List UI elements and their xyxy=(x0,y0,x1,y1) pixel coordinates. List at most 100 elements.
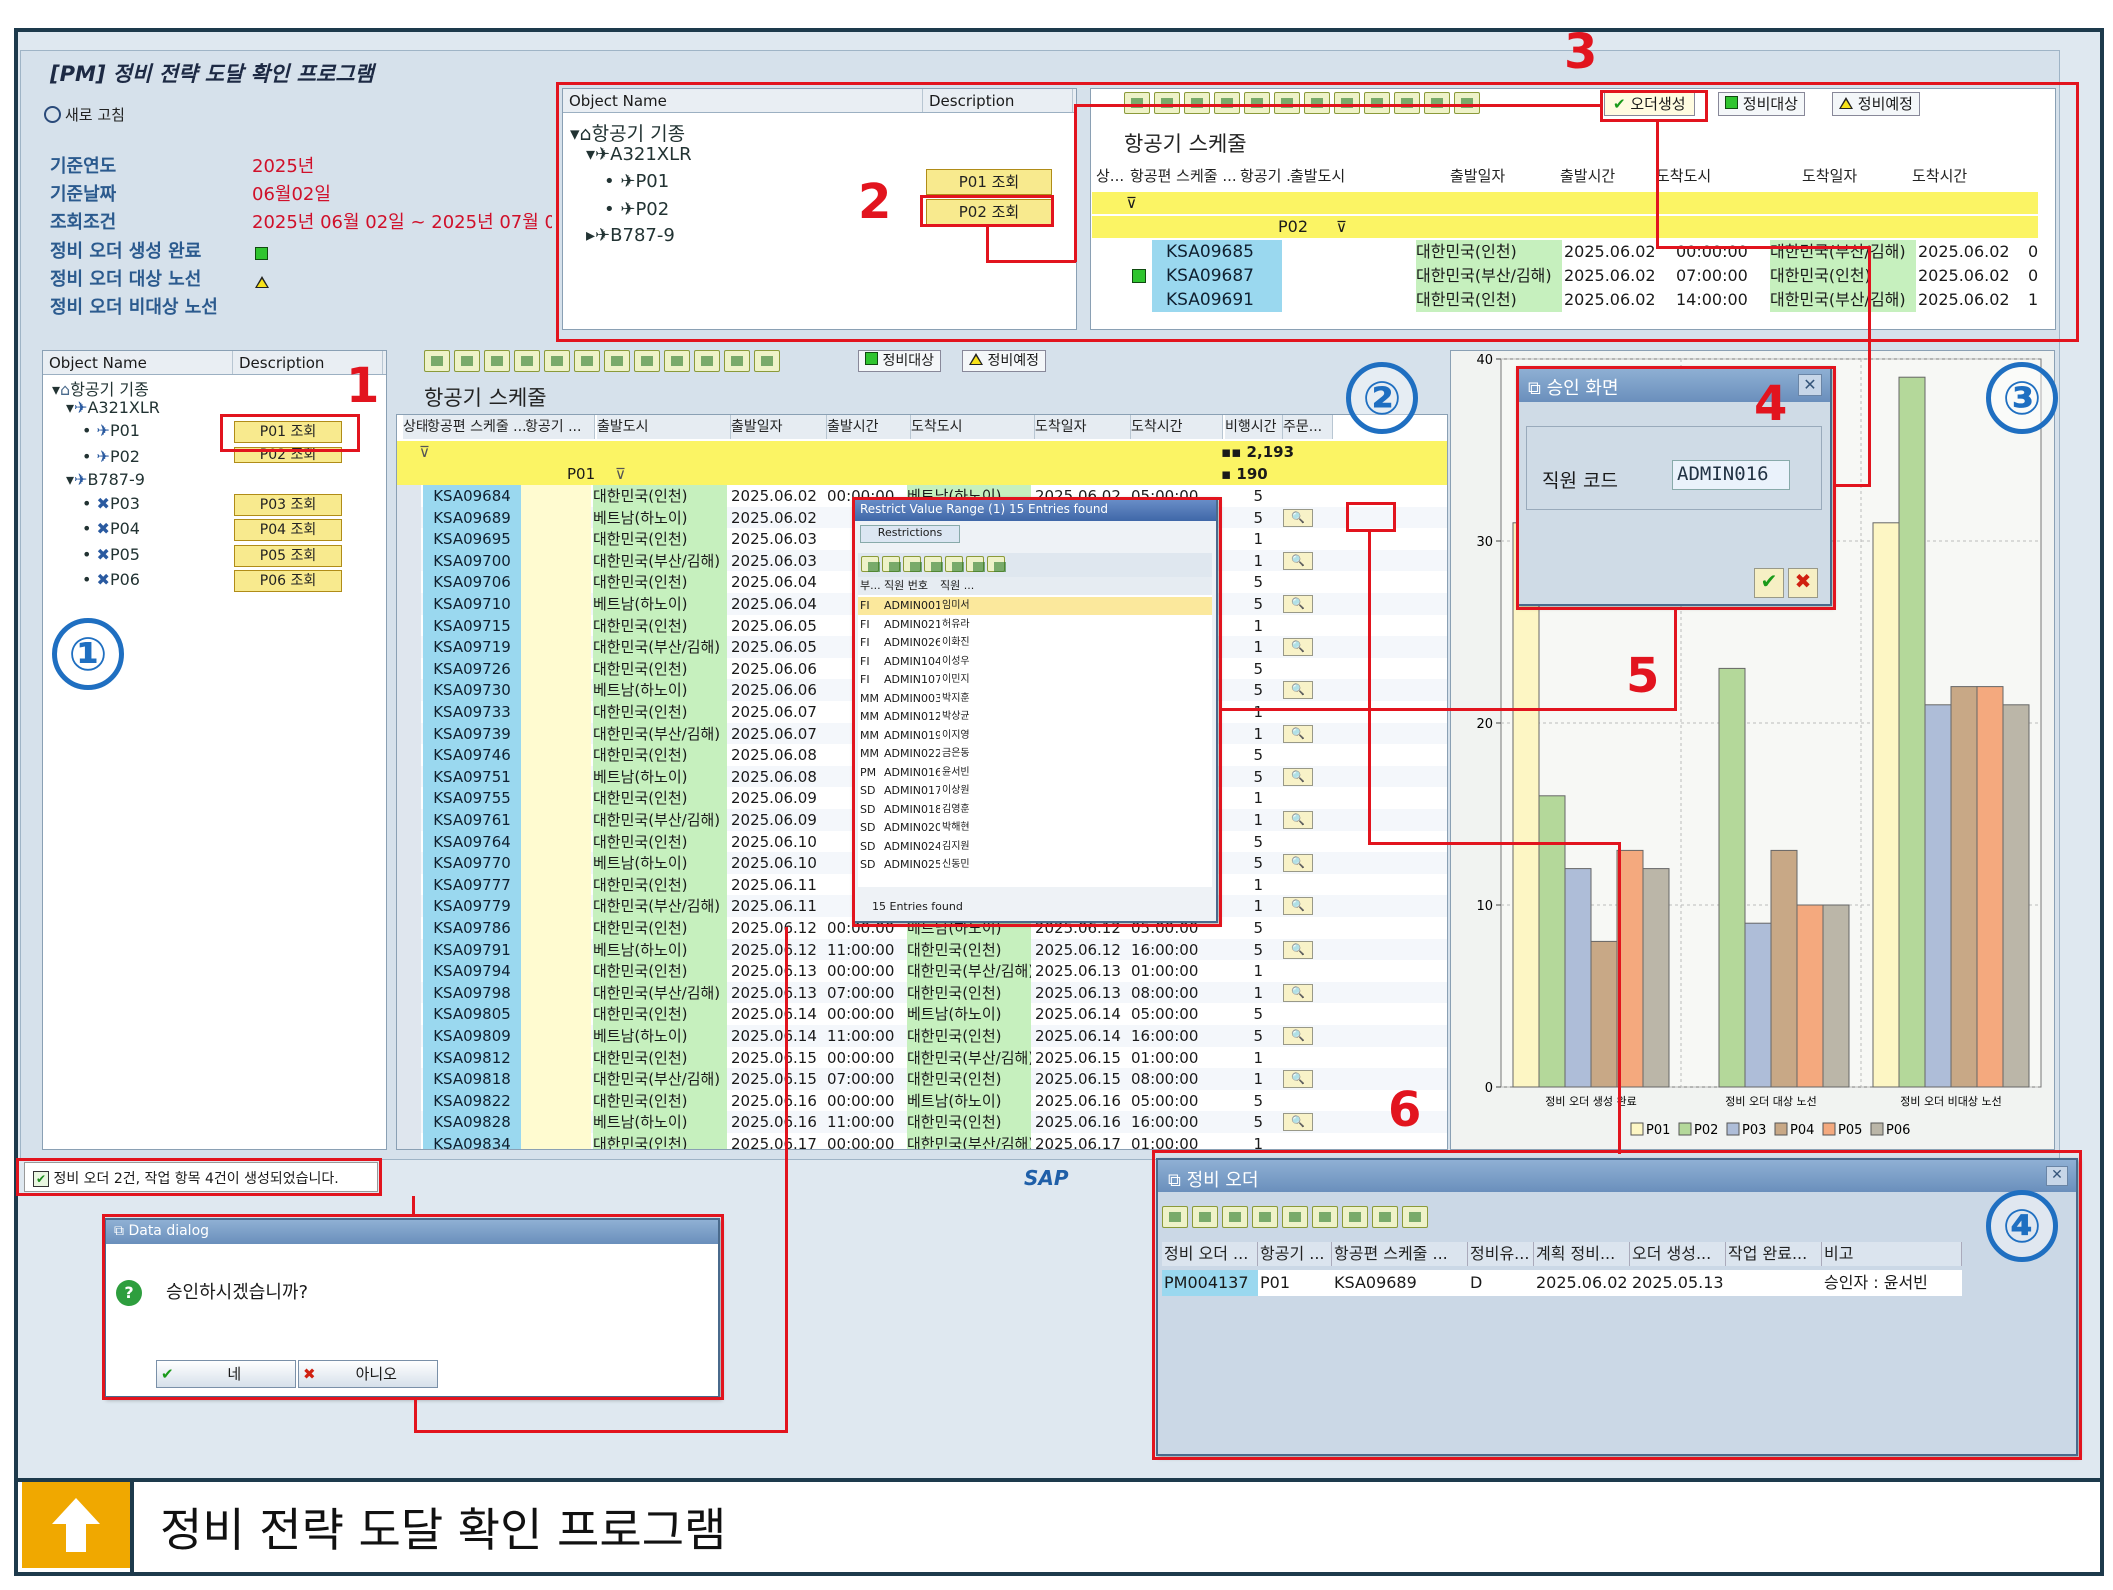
find-icon[interactable] xyxy=(514,350,540,372)
order-help-icon[interactable]: 🔍 xyxy=(1283,940,1313,959)
row-selector[interactable] xyxy=(397,549,421,572)
refresh-button[interactable]: 새로 고침 xyxy=(44,104,125,125)
column-header[interactable]: 비행시간 xyxy=(1225,415,1283,439)
p05-query-button[interactable]: P05 조회 xyxy=(234,545,342,567)
table-row[interactable]: KSA09809 베트남(하노이) 2025.06.14 11:00:00 대한민국(인… xyxy=(397,1025,1447,1047)
row-selector[interactable] xyxy=(397,722,421,745)
column-header[interactable]: 상태 xyxy=(403,415,429,439)
row-selector[interactable] xyxy=(397,485,421,507)
column-header[interactable]: 주문... xyxy=(1283,415,1333,439)
column-header[interactable]: 항공편 스케줄 ... xyxy=(427,415,527,439)
row-selector[interactable] xyxy=(397,679,421,702)
layout-icon[interactable] xyxy=(724,350,750,372)
table-row[interactable]: KSA09812 대한민국(인천) 2025.06.15 00:00:00 대한민국(부… xyxy=(397,1046,1447,1069)
row-selector[interactable] xyxy=(397,744,421,767)
table-row[interactable]: KSA09791 베트남(하노이) 2025.06.12 11:00:00 대한민국(인… xyxy=(397,938,1447,961)
row-selector[interactable] xyxy=(397,1003,421,1026)
row-selector[interactable] xyxy=(397,528,421,551)
table-row[interactable]: KSA09805 대한민국(인천) 2025.06.14 00:00:00 베트남(하노… xyxy=(397,1003,1447,1026)
row-selector[interactable] xyxy=(397,787,421,810)
tree-root[interactable]: ▾⌂항공기 기종 xyxy=(52,376,149,400)
row-selector[interactable] xyxy=(397,593,421,615)
order-help-icon[interactable]: 🔍 xyxy=(1283,1070,1313,1089)
row-selector[interactable] xyxy=(397,1046,421,1069)
p06-query-button[interactable]: P06 조회 xyxy=(234,570,342,592)
row-selector[interactable] xyxy=(397,506,421,529)
order-help-icon[interactable]: 🔍 xyxy=(1283,724,1313,743)
p04-query-button[interactable]: P04 조회 xyxy=(234,519,342,541)
sum-icon[interactable] xyxy=(604,350,630,372)
page-title: [PM] 정비 전략 도달 확인 프로그램 xyxy=(50,62,374,86)
print-icon[interactable] xyxy=(664,350,690,372)
column-header[interactable]: 항공기 ... xyxy=(525,415,595,439)
order-help-icon[interactable]: 🔍 xyxy=(1283,897,1313,916)
row-selector[interactable] xyxy=(397,1068,421,1091)
order-help-icon[interactable]: 🔍 xyxy=(1283,508,1313,527)
tree-node-b787[interactable]: ▾✈B787-9 xyxy=(66,470,145,489)
row-selector[interactable] xyxy=(397,571,421,594)
info-icon[interactable] xyxy=(754,350,780,372)
order-help-icon[interactable]: 🔍 xyxy=(1283,811,1313,829)
row-selector[interactable] xyxy=(397,1111,421,1134)
row-selector[interactable] xyxy=(397,1133,421,1149)
column-header[interactable]: 도착시간 xyxy=(1131,415,1223,439)
row-selector[interactable] xyxy=(397,981,421,1004)
column-header[interactable]: 출발도시 xyxy=(597,415,731,439)
row-selector[interactable] xyxy=(397,614,421,637)
row-selector[interactable] xyxy=(397,701,421,723)
order-help-icon[interactable]: 🔍 xyxy=(1283,854,1313,873)
column-header[interactable]: 도착일자 xyxy=(1035,415,1131,439)
tree-item-p06[interactable]: • ✖P06 xyxy=(82,570,140,589)
order-help-icon[interactable]: 🔍 xyxy=(1283,983,1313,1002)
maintenance-planned-button[interactable]: 정비예정 xyxy=(962,350,1046,372)
order-help-icon[interactable]: 🔍 xyxy=(1283,595,1313,613)
order-help-icon[interactable]: 🔍 xyxy=(1283,681,1313,700)
row-selector[interactable] xyxy=(397,873,421,896)
column-header[interactable]: 도착도시 xyxy=(911,415,1035,439)
table-row[interactable]: KSA09818 대한민국(부산/김해) 2025.06.15 07:00:00 대한민… xyxy=(397,1068,1447,1091)
table-row[interactable]: KSA09822 대한민국(인천) 2025.06.16 00:00:00 베트남(하노… xyxy=(397,1089,1447,1112)
row-selector[interactable] xyxy=(397,938,421,961)
flight-hours: 5 xyxy=(1253,940,1263,959)
p03-query-button[interactable]: P03 조회 xyxy=(234,494,342,516)
column-header[interactable]: 출발일자 xyxy=(731,415,827,439)
table-row[interactable]: KSA09828 베트남(하노이) 2025.06.16 11:00:00 대한민국(인… xyxy=(397,1111,1447,1134)
find-next-icon[interactable] xyxy=(544,350,570,372)
export-icon[interactable] xyxy=(694,350,720,372)
row-selector[interactable] xyxy=(397,765,421,788)
sort-desc-icon[interactable] xyxy=(484,350,510,372)
row-selector[interactable] xyxy=(397,809,421,831)
filter-icon[interactable] xyxy=(574,350,600,372)
details-icon[interactable] xyxy=(424,350,450,372)
table-row[interactable]: KSA09798 대한민국(부산/김해) 2025.06.13 07:00:00 대한민… xyxy=(397,981,1447,1004)
row-selector[interactable] xyxy=(397,1025,421,1047)
row-selector[interactable] xyxy=(397,917,421,939)
arrival-time: 08:00:00 xyxy=(1131,1070,1199,1089)
tree-item-p01[interactable]: • ✈P01 xyxy=(82,421,140,440)
order-help-icon[interactable]: 🔍 xyxy=(1283,1113,1313,1132)
column-header[interactable]: 출발시간 xyxy=(827,415,911,439)
order-help-icon[interactable]: 🔍 xyxy=(1283,767,1313,786)
sort-asc-icon[interactable] xyxy=(454,350,480,372)
row-selector[interactable] xyxy=(397,1089,421,1112)
tree-item-p03[interactable]: • ✖P03 xyxy=(82,494,140,513)
maintenance-target-button[interactable]: 정비대상 xyxy=(858,350,941,372)
row-selector[interactable] xyxy=(397,636,421,659)
row-selector[interactable] xyxy=(397,960,421,983)
tree-item-p04[interactable]: • ✖P04 xyxy=(82,519,140,538)
tree-item-p05[interactable]: • ✖P05 xyxy=(82,545,140,564)
filter-icon[interactable]: ⊽ xyxy=(419,441,439,463)
tree-item-p02[interactable]: • ✈P02 xyxy=(82,447,140,466)
filter-icon[interactable]: ⊽ xyxy=(615,463,635,485)
table-row[interactable]: KSA09794 대한민국(인천) 2025.06.13 00:00:00 대한민국(부… xyxy=(397,960,1447,983)
subtotal-icon[interactable] xyxy=(634,350,660,372)
row-selector[interactable] xyxy=(397,895,421,918)
row-selector[interactable] xyxy=(397,830,421,853)
table-row[interactable]: KSA09834 대한민국(인천) 2025.06.17 00:00:00 대한민국(부… xyxy=(397,1133,1447,1149)
tree-node-a321[interactable]: ▾✈A321XLR xyxy=(66,398,160,417)
order-help-icon[interactable]: 🔍 xyxy=(1283,1027,1313,1045)
row-selector[interactable] xyxy=(397,657,421,680)
order-help-icon[interactable]: 🔍 xyxy=(1283,638,1313,657)
order-help-icon[interactable]: 🔍 xyxy=(1283,551,1313,570)
row-selector[interactable] xyxy=(397,852,421,875)
